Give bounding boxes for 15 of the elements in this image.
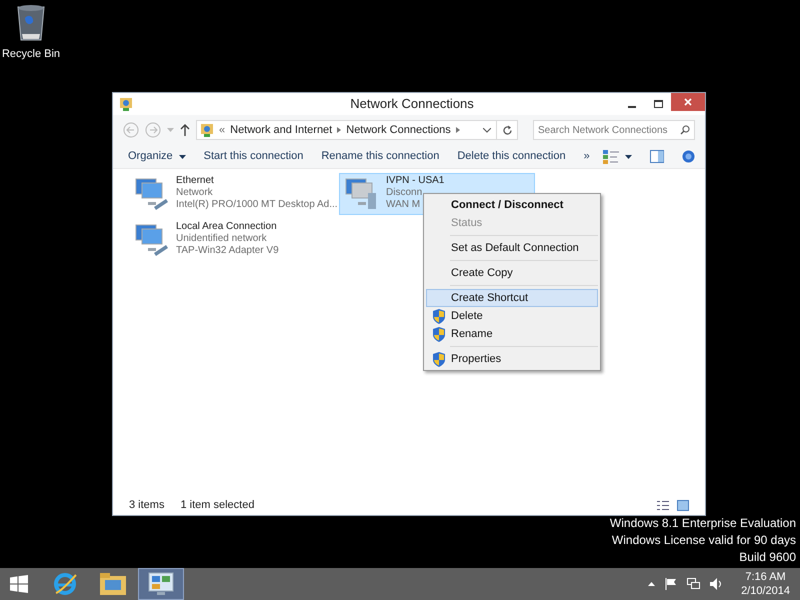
item-count: 3 items xyxy=(129,498,164,513)
edition-text: Windows License valid for 90 days xyxy=(612,532,796,549)
edition-text: Build 9600 xyxy=(739,549,796,566)
connection-name: Local Area Connection xyxy=(176,221,278,233)
connection-status: Unidentified network xyxy=(176,233,268,245)
connection-device: TAP-Win32 Adapter V9 xyxy=(176,245,279,257)
selection-count: 1 item selected xyxy=(180,498,254,513)
connection-name: IVPN - USA1 xyxy=(386,175,444,187)
edition-text: Windows 8.1 Enterprise Evaluation xyxy=(610,515,796,532)
connection-status: Disconn xyxy=(386,187,424,199)
connection-device: Intel(R) PRO/1000 MT Desktop Ad... xyxy=(176,199,338,211)
connection-device: WAN M xyxy=(386,199,422,211)
connection-status: Network xyxy=(176,187,214,199)
window-title: Network Connections xyxy=(350,95,474,114)
connection-name: Ethernet xyxy=(176,175,215,187)
